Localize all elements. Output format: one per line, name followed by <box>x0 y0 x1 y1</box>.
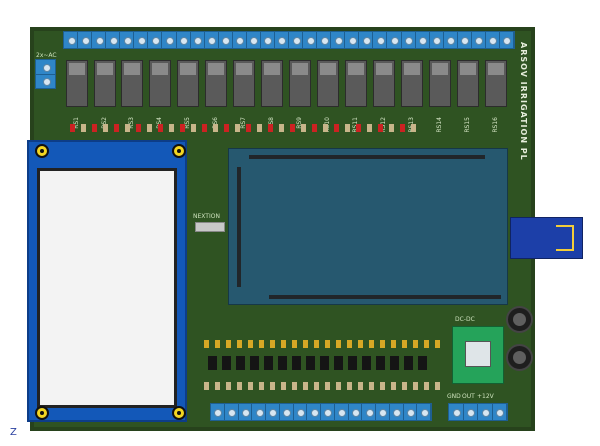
axis-label-z: Z <box>10 427 17 438</box>
mounting-hole-top-right <box>172 144 186 158</box>
optocoupler-3 <box>236 356 245 370</box>
bottom-terminal-block <box>210 403 432 421</box>
relay-13 <box>401 60 423 107</box>
mounting-hole-bottom-left <box>35 406 49 420</box>
relay-5 <box>177 60 199 107</box>
optocoupler-4 <box>250 356 259 370</box>
relay-14 <box>429 60 451 107</box>
relay-11 <box>345 60 367 107</box>
optocoupler-10 <box>334 356 343 370</box>
optocoupler-14 <box>390 356 399 370</box>
relay-10 <box>317 60 339 107</box>
capacitor-top <box>506 306 533 333</box>
optocoupler-15 <box>404 356 413 370</box>
optocoupler-13 <box>376 356 385 370</box>
dcdc-converter <box>452 326 504 384</box>
top-smd-row <box>70 124 416 134</box>
relay-label-16: RS16 <box>492 117 499 133</box>
mounting-hole-bottom-right <box>172 406 186 420</box>
relay-1 <box>66 60 88 107</box>
nextion-header <box>195 222 225 232</box>
bottom-led-row <box>204 340 440 350</box>
arduino-mega-board <box>228 148 508 305</box>
relay-7 <box>233 60 255 107</box>
brand-text: ARSOV IRRIGATION PL <box>519 42 528 161</box>
optocoupler-16 <box>418 356 427 370</box>
optocoupler-5 <box>264 356 273 370</box>
relay-label-14: RS14 <box>436 117 443 133</box>
lcd-screen <box>37 168 177 408</box>
top-terminal-block <box>63 31 515 49</box>
voltage-label: +12V <box>477 393 494 400</box>
relay-16 <box>485 60 507 107</box>
out-label: OUT <box>462 393 475 400</box>
optocoupler-1 <box>208 356 217 370</box>
optocoupler-7 <box>292 356 301 370</box>
relay-label-15: RS15 <box>464 117 471 133</box>
optocoupler-9 <box>320 356 329 370</box>
relay-15 <box>457 60 479 107</box>
relay-3 <box>121 60 143 107</box>
optocoupler-12 <box>362 356 371 370</box>
nextion-label: NEXTION <box>193 213 220 220</box>
relay-2 <box>94 60 116 107</box>
optocoupler-11 <box>348 356 357 370</box>
capacitor-bottom <box>506 344 533 371</box>
power-terminal <box>35 59 56 89</box>
relay-12 <box>373 60 395 107</box>
mounting-hole-top-left <box>35 144 49 158</box>
optocoupler-2 <box>222 356 231 370</box>
optocoupler-8 <box>306 356 315 370</box>
relay-8 <box>261 60 283 107</box>
power-output-terminal <box>448 403 508 421</box>
gnd-label: GND <box>447 393 461 400</box>
esp-antenna <box>556 225 574 251</box>
lcd-module <box>27 140 187 422</box>
bottom-resistor-row <box>204 382 440 392</box>
power-label: 2x~AC <box>36 52 57 59</box>
relay-4 <box>149 60 171 107</box>
relay-9 <box>289 60 311 107</box>
optocoupler-6 <box>278 356 287 370</box>
relay-6 <box>205 60 227 107</box>
dcdc-label: DC-DC <box>455 316 475 323</box>
